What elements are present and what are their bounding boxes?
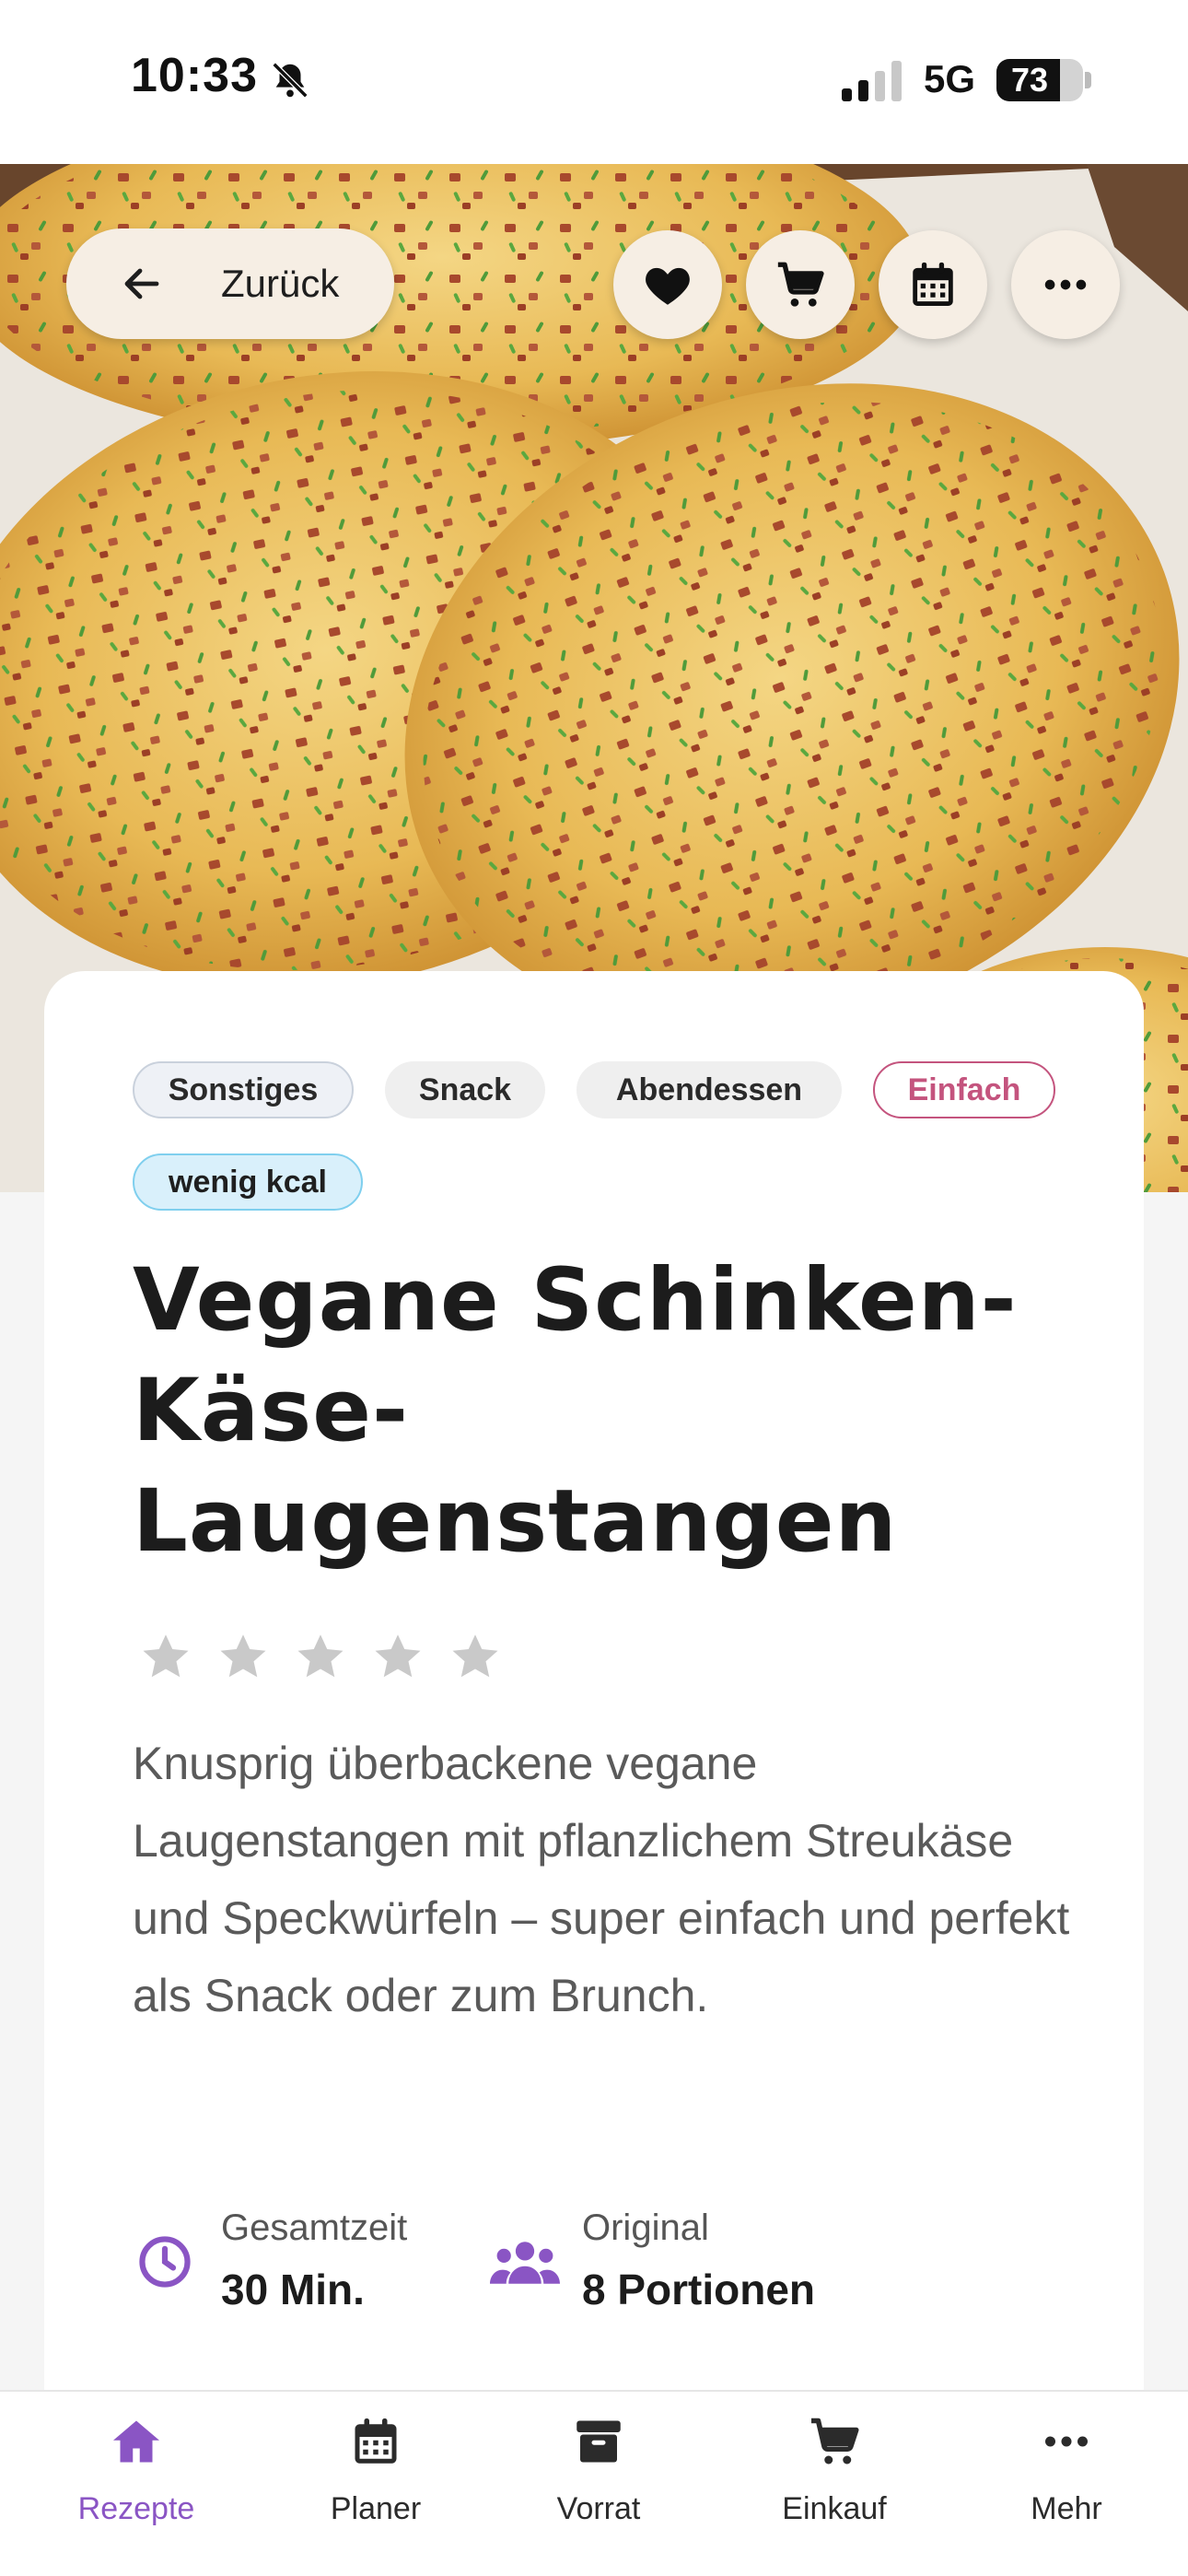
total-time-label: Gesamtzeit (221, 2207, 408, 2248)
nav-item-einkauf[interactable]: Einkauf (733, 2392, 936, 2576)
people-icon[interactable] (490, 2237, 560, 2289)
nav-label: Rezepte (77, 2491, 195, 2526)
add-to-planner-button[interactable] (879, 230, 987, 339)
clock-icon (139, 2236, 191, 2288)
nav-item-rezepte[interactable]: Rezepte (35, 2392, 238, 2576)
calendar-icon (913, 262, 953, 306)
archive-icon (577, 2420, 621, 2463)
tag-nutrition[interactable]: wenig kcal (133, 1153, 363, 1211)
tag-category[interactable]: Sonstiges (133, 1061, 354, 1118)
network-label: 5G (924, 57, 976, 100)
cart-icon (777, 262, 824, 307)
recipe-title: Vegane Schinken- Käse- Laugenstangen (133, 1246, 1090, 1577)
bell-slash-icon (272, 62, 309, 99)
nav-item-vorrat[interactable]: Vorrat (497, 2392, 700, 2576)
recipe-title-line: Vegane Schinken- (133, 1250, 1018, 1351)
nav-item-planer[interactable]: Planer (274, 2392, 477, 2576)
star-icon[interactable] (138, 1629, 193, 1684)
nav-label: Vorrat (556, 2491, 641, 2526)
arrow-left-icon (124, 268, 159, 299)
favorite-button[interactable] (613, 230, 722, 339)
nav-label: Mehr (1031, 2491, 1102, 2526)
back-label: Zurück (221, 262, 340, 305)
tag-difficulty[interactable]: Einfach (873, 1061, 1055, 1118)
battery-tip (1085, 72, 1091, 88)
more-icon (1044, 279, 1087, 290)
nav-item-mehr[interactable]: Mehr (965, 2392, 1168, 2576)
add-to-cart-button[interactable] (746, 230, 855, 339)
battery-icon: 73 (996, 59, 1083, 101)
status-bar: 10:33 5G 73 (0, 0, 1188, 164)
servings-label: Original (582, 2207, 709, 2248)
battery-percent: 73 (1010, 61, 1049, 99)
star-icon[interactable] (370, 1629, 425, 1684)
servings-value[interactable]: 8 Portionen (582, 2265, 815, 2314)
star-icon[interactable] (215, 1629, 271, 1684)
cart-icon (811, 2418, 859, 2465)
heart-icon (646, 267, 690, 305)
tag-category[interactable]: Snack (385, 1061, 545, 1118)
star-icon[interactable] (448, 1629, 503, 1684)
recipe-title-line: Laugenstangen (133, 1471, 898, 1572)
bottom-navigation: Rezepte Planer Vorrat Einkauf Mehr (0, 2390, 1188, 2576)
recipe-description: Knusprig überbackene vegane Laugenstange… (133, 1738, 1070, 2021)
nav-label: Einkauf (782, 2491, 887, 2526)
home-icon (113, 2420, 159, 2463)
tag-category[interactable]: Abendessen (577, 1061, 842, 1118)
more-options-button[interactable] (1011, 230, 1120, 339)
total-time-value: 30 Min. (221, 2266, 365, 2313)
status-time: 10:33 (131, 49, 258, 102)
back-button[interactable]: Zurück (66, 228, 394, 339)
calendar-icon (355, 2418, 397, 2464)
signal-icon (842, 61, 902, 101)
star-icon[interactable] (293, 1629, 348, 1684)
nav-label: Planer (330, 2491, 422, 2526)
more-icon (1045, 2436, 1088, 2447)
recipe-title-line: Käse- (133, 1361, 409, 1461)
